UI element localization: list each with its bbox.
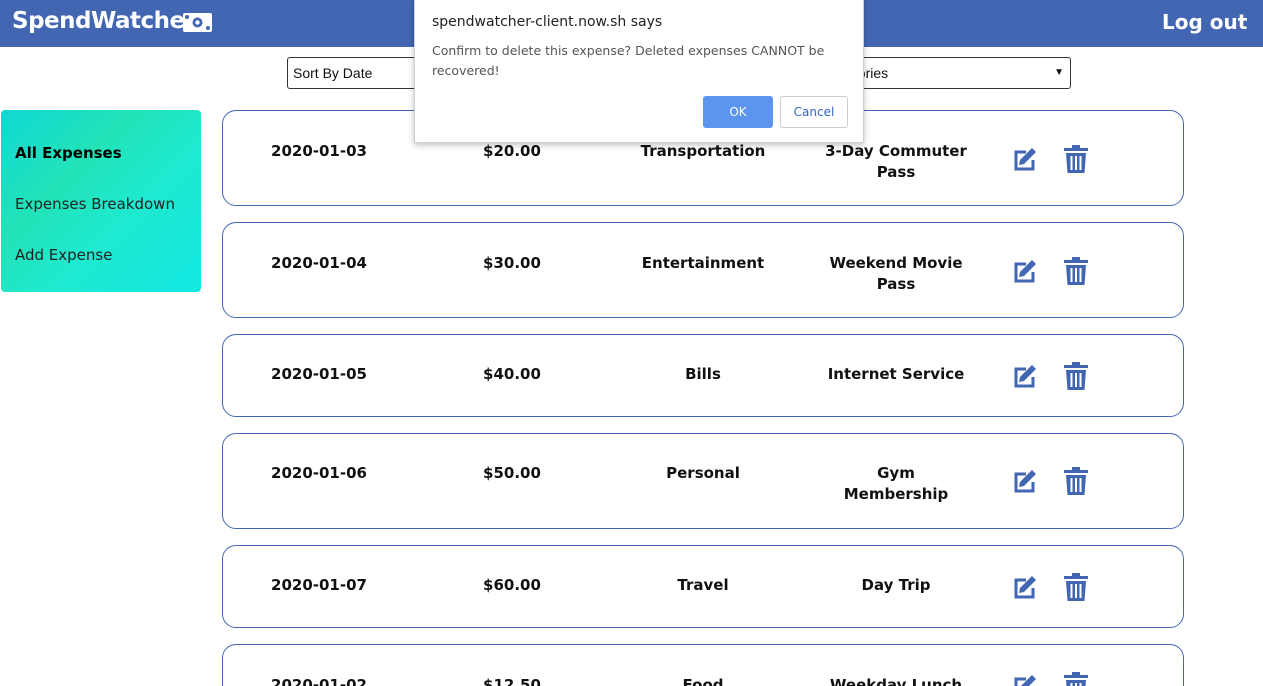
expense-card: 2020-01-02 $12.50 Food Weekday Lunch	[222, 644, 1184, 686]
expense-date: 2020-01-06	[271, 464, 367, 482]
ok-button[interactable]: OK	[703, 96, 773, 128]
app-logo-text[interactable]: SpendWatcher	[12, 8, 196, 34]
expense-card: 2020-01-04 $30.00 Entertainment Weekend …	[222, 222, 1184, 318]
dialog-title: spendwatcher-client.now.sh says	[432, 14, 663, 30]
expense-description: Internet Service	[827, 365, 965, 383]
trash-icon[interactable]	[1061, 361, 1091, 391]
expense-amount: $50.00	[483, 464, 541, 482]
cancel-button[interactable]: Cancel	[780, 96, 848, 128]
expense-category: Entertainment	[641, 254, 765, 272]
edit-icon[interactable]	[1011, 572, 1041, 602]
logout-link[interactable]: Log out	[1162, 10, 1247, 34]
sidebar-item-expenses-breakdown[interactable]: Expenses Breakdown	[15, 195, 175, 213]
expense-amount: $12.50	[483, 676, 541, 686]
sidebar-nav: All Expenses Expenses Breakdown Add Expe…	[1, 110, 201, 292]
expense-date: 2020-01-07	[271, 576, 367, 594]
expense-category: Bills	[685, 365, 721, 383]
expense-description: Weekday Lunch	[829, 676, 963, 686]
expense-category: Transportation	[640, 142, 766, 160]
expense-date: 2020-01-04	[271, 254, 367, 272]
edit-icon[interactable]	[1011, 466, 1041, 496]
expense-description: Gym Membership	[843, 464, 949, 503]
expense-description: Weekend Movie Pass	[829, 254, 963, 293]
expense-category: Food	[682, 676, 724, 686]
expense-card: 2020-01-07 $60.00 Travel Day Trip	[222, 545, 1184, 628]
trash-icon[interactable]	[1061, 671, 1091, 686]
sort-select[interactable]: Sort By Date	[287, 57, 427, 89]
edit-icon[interactable]	[1011, 256, 1041, 286]
expense-date: 2020-01-02	[271, 676, 367, 686]
confirm-dialog: spendwatcher-client.now.sh says Confirm …	[414, 0, 864, 143]
trash-icon[interactable]	[1061, 466, 1091, 496]
expense-amount: $40.00	[483, 365, 541, 383]
expense-card: 2020-01-05 $40.00 Bills Internet Service	[222, 334, 1184, 417]
chevron-down-icon: ▼	[1054, 67, 1064, 78]
edit-icon[interactable]	[1011, 144, 1041, 174]
sort-select-value: Sort By Date	[293, 65, 373, 81]
money-icon	[183, 13, 212, 32]
expense-category: Personal	[666, 464, 740, 482]
category-filter-select[interactable]: All Categories ▼	[848, 57, 1071, 89]
sidebar-item-all-expenses[interactable]: All Expenses	[15, 144, 122, 162]
trash-icon[interactable]	[1061, 256, 1091, 286]
edit-icon[interactable]	[1011, 361, 1041, 391]
expense-amount: $60.00	[483, 576, 541, 594]
trash-icon[interactable]	[1061, 144, 1091, 174]
expense-date: 2020-01-03	[271, 142, 367, 160]
expense-date: 2020-01-05	[271, 365, 367, 383]
sidebar-item-add-expense[interactable]: Add Expense	[15, 246, 112, 264]
edit-icon[interactable]	[1011, 671, 1041, 686]
expense-amount: $30.00	[483, 254, 541, 272]
expense-description: 3-Day Commuter Pass	[825, 142, 967, 181]
dialog-message: Confirm to delete this expense? Deleted …	[432, 43, 825, 78]
expense-amount: $20.00	[483, 142, 541, 160]
expense-category: Travel	[677, 576, 729, 594]
trash-icon[interactable]	[1061, 572, 1091, 602]
expense-description: Day Trip	[861, 576, 931, 594]
expense-card: 2020-01-06 $50.00 Personal Gym Membershi…	[222, 433, 1184, 529]
